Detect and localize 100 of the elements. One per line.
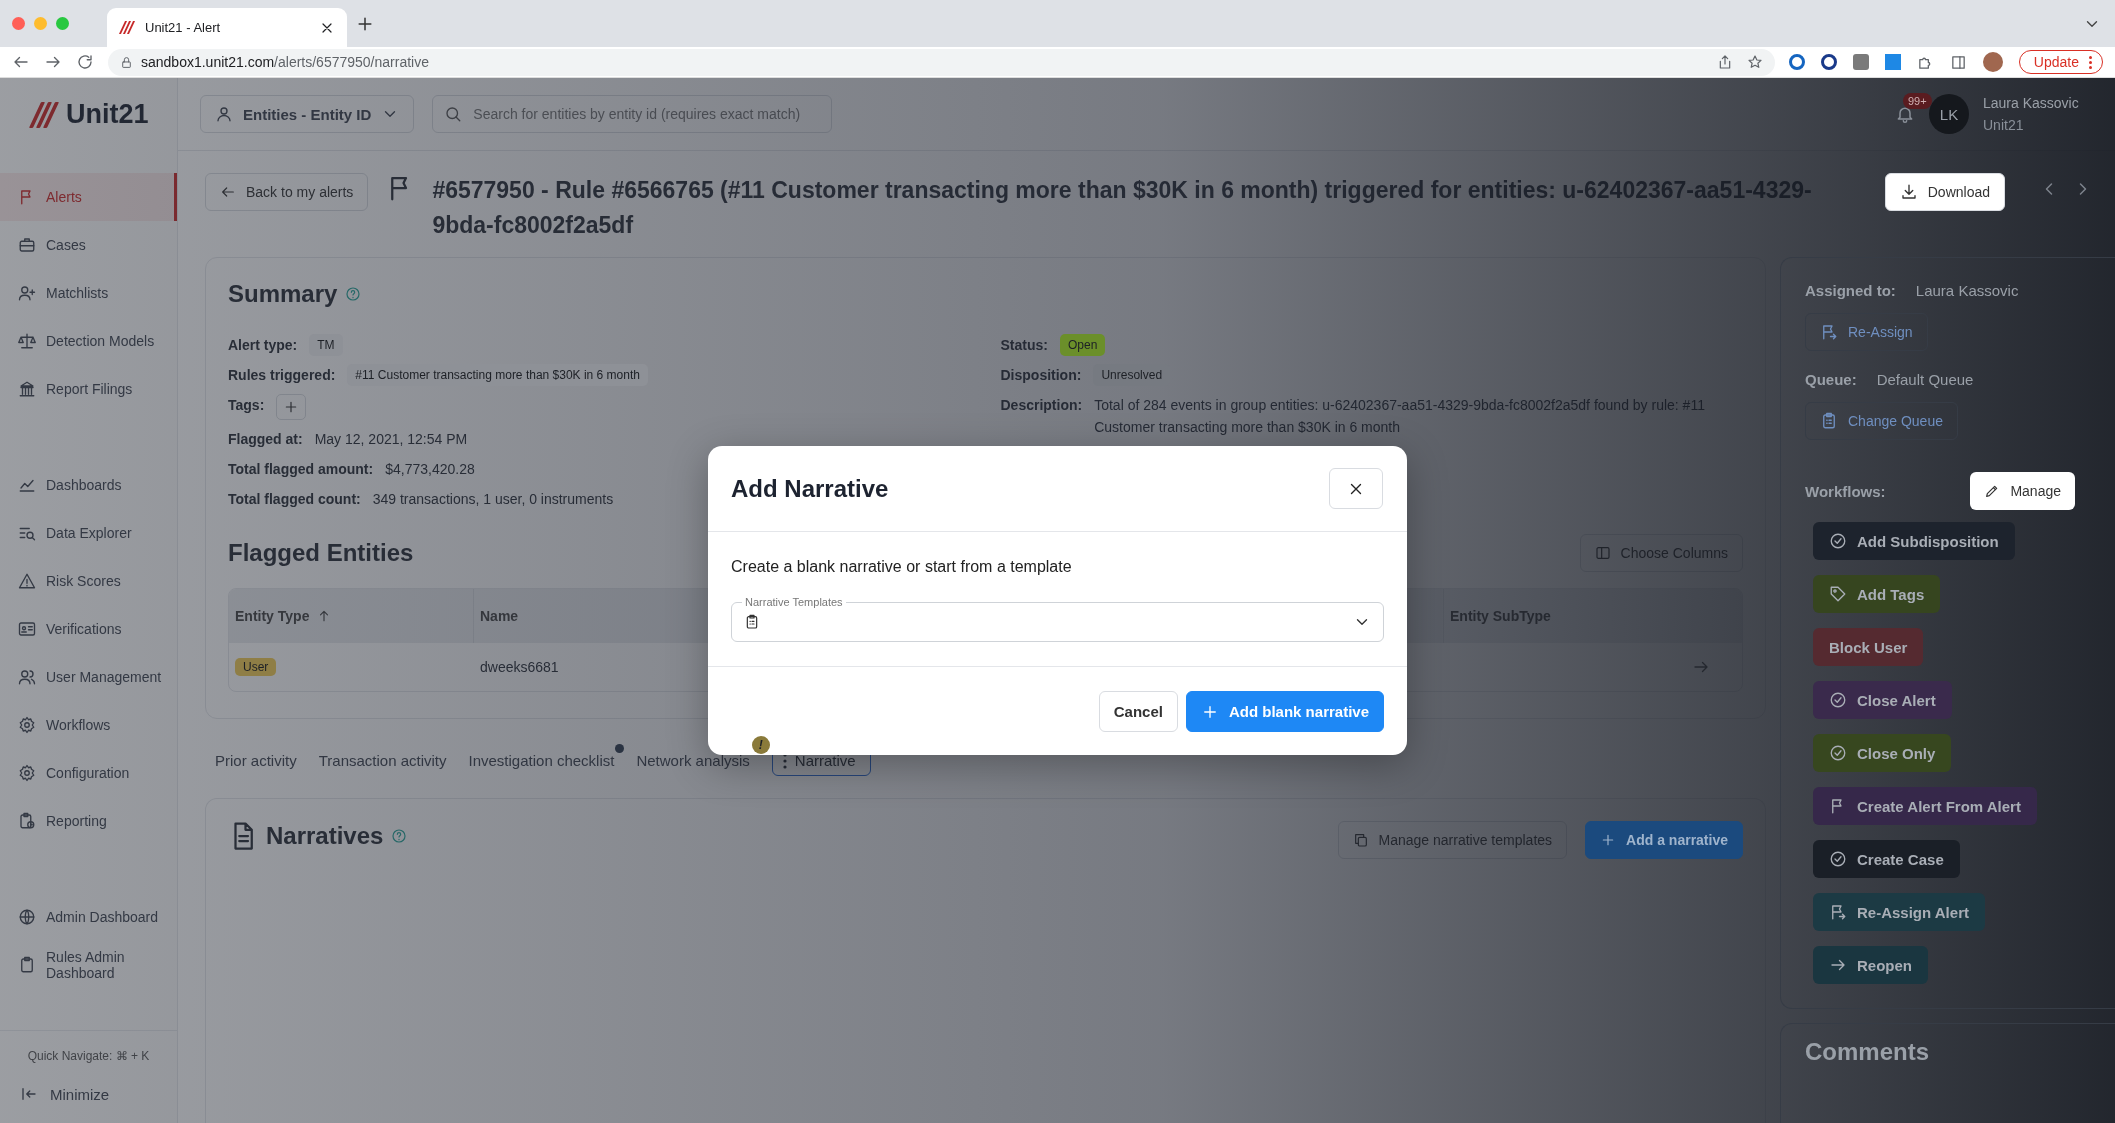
tab[interactable]: Network analysis bbox=[636, 746, 750, 775]
update-button[interactable]: Update bbox=[2018, 50, 2103, 74]
workflow-button[interactable]: Close Only bbox=[1813, 734, 1952, 772]
extension-square-icon[interactable] bbox=[1852, 54, 1869, 70]
tab[interactable]: Transaction activity bbox=[318, 746, 447, 775]
tab[interactable]: Prior activity bbox=[215, 746, 297, 775]
more-icon bbox=[2089, 55, 2092, 69]
sidebar-item[interactable]: Risk Scores bbox=[0, 557, 177, 605]
user-icon bbox=[215, 105, 233, 123]
extension-icon[interactable] bbox=[1788, 54, 1805, 70]
clipboard-clock-icon bbox=[18, 812, 36, 830]
table-cell-text: dweeks6681 bbox=[479, 659, 560, 675]
sidebar-item[interactable]: User Management bbox=[0, 653, 177, 701]
profile-avatar[interactable] bbox=[1982, 52, 2003, 72]
sidebar-item[interactable]: Configuration bbox=[0, 749, 177, 797]
add-blank-narrative-button[interactable]: Add blank narrative bbox=[1185, 691, 1384, 732]
field-label: Queue: bbox=[1805, 371, 1857, 388]
sidebar-item[interactable]: Detection Models bbox=[0, 317, 177, 365]
sidebar-item[interactable]: Matchlists bbox=[0, 269, 177, 317]
lock-icon bbox=[120, 55, 133, 69]
back-button[interactable]: Back to my alerts bbox=[205, 173, 369, 211]
sidebar-item[interactable]: Verifications bbox=[0, 605, 177, 653]
field-label: Total flagged count: bbox=[228, 490, 361, 509]
field-value: May 12, 2021, 12:54 PM bbox=[314, 430, 468, 449]
sidebar-item[interactable]: Dashboards bbox=[0, 461, 177, 509]
workflow-button[interactable]: Block User bbox=[1813, 628, 1924, 666]
clipboard-icon bbox=[18, 956, 36, 974]
workflow-button[interactable]: Add Subdisposition bbox=[1813, 522, 2015, 560]
logo-text: Unit21 bbox=[66, 99, 149, 130]
field-label: Rules triggered: bbox=[228, 366, 336, 385]
close-button[interactable] bbox=[1329, 468, 1383, 509]
tag-icon bbox=[1829, 585, 1847, 603]
sidebar-item[interactable]: Rules Admin Dashboard bbox=[0, 941, 177, 989]
workflow-button[interactable]: Create Alert From Alert bbox=[1813, 787, 2037, 825]
briefcase-icon bbox=[18, 236, 36, 254]
check-circle-icon bbox=[1829, 691, 1847, 709]
tab[interactable]: Investigation checklist bbox=[468, 746, 615, 775]
column-header[interactable]: Entity Type bbox=[235, 608, 310, 624]
add-tag-button[interactable] bbox=[276, 394, 307, 420]
dialog-title: Add Narrative bbox=[731, 474, 889, 503]
id-card-icon bbox=[18, 620, 36, 638]
add-narrative-button[interactable]: Add a narrative bbox=[1585, 821, 1743, 859]
sidebar-item[interactable]: Alerts bbox=[0, 173, 177, 221]
sidebar-item[interactable]: Report Filings bbox=[0, 365, 177, 413]
side-panel-icon[interactable] bbox=[1949, 53, 1967, 71]
sidebar-item[interactable]: Cases bbox=[0, 221, 177, 269]
reassign-button[interactable]: Re-Assign bbox=[1805, 313, 1928, 351]
ring-icon[interactable] bbox=[1820, 54, 1837, 70]
workflow-button[interactable]: Create Case bbox=[1813, 840, 1960, 878]
flag-arrow-icon bbox=[1829, 903, 1847, 921]
user-name: Laura Kassovic bbox=[1983, 95, 2080, 111]
logo-icon bbox=[28, 101, 60, 128]
section-title: Narratives bbox=[266, 822, 384, 850]
workflow-button[interactable]: Close Alert bbox=[1813, 681, 1952, 719]
cancel-button[interactable]: Cancel bbox=[1098, 691, 1178, 732]
column-header[interactable]: Name bbox=[480, 608, 519, 624]
dialog-message: Create a blank narrative or start from a template bbox=[731, 558, 1073, 576]
workflow-button[interactable]: Re-Assign Alert bbox=[1813, 893, 1985, 931]
field-label: Tags: bbox=[228, 396, 265, 415]
field-label: Total flagged amount: bbox=[228, 460, 374, 479]
sidebar-item[interactable]: Data Explorer bbox=[0, 509, 177, 557]
user-plus-icon bbox=[18, 284, 36, 302]
scale-icon bbox=[18, 332, 36, 350]
field-value: Default Queue bbox=[1876, 371, 1974, 388]
address-bar[interactable]: sandbox1.unit21.com/alerts/6577950/narrative bbox=[108, 48, 1775, 76]
help-icon[interactable] bbox=[345, 286, 362, 302]
reload-icon[interactable] bbox=[76, 53, 94, 71]
change-queue-button[interactable]: Change Queue bbox=[1805, 402, 1958, 440]
arrow-left-icon bbox=[220, 184, 236, 200]
close-window-button[interactable] bbox=[12, 17, 25, 30]
browser-tab[interactable]: Unit21 - Alert bbox=[107, 8, 347, 47]
columns-icon bbox=[1594, 545, 1611, 561]
sidebar-item[interactable]: Reporting bbox=[0, 797, 177, 845]
globe-icon bbox=[18, 908, 36, 926]
star-icon[interactable] bbox=[1746, 54, 1763, 70]
field-label: Status: bbox=[1000, 336, 1048, 355]
entity-type-select[interactable]: Entities - Entity ID bbox=[200, 95, 415, 133]
field-label: Disposition: bbox=[1000, 366, 1082, 385]
manage-templates-button[interactable]: Manage narrative templates bbox=[1337, 821, 1568, 859]
minimize-button[interactable]: Minimize bbox=[0, 1073, 177, 1123]
download-extension-icon[interactable] bbox=[1884, 54, 1901, 70]
logo-icon bbox=[119, 21, 135, 34]
notification-badge: 99+ bbox=[1903, 93, 1932, 109]
bank-icon bbox=[18, 380, 36, 398]
search-field[interactable]: Search for entities by entity id (requires exact match) bbox=[432, 95, 833, 133]
entity-type-tag: User bbox=[235, 658, 277, 676]
clipboard-list-icon bbox=[744, 614, 760, 630]
field-value: $4,773,420.28 bbox=[385, 460, 475, 479]
help-icon[interactable] bbox=[391, 828, 408, 844]
section-title: Flagged Entities bbox=[228, 539, 414, 567]
user-avatar[interactable]: LK bbox=[1929, 94, 1969, 134]
workflow-button[interactable]: Add Tags bbox=[1813, 575, 1941, 613]
sidebar-item[interactable]: Admin Dashboard bbox=[0, 893, 177, 941]
workflow-button[interactable]: Reopen bbox=[1813, 946, 1928, 984]
download-icon bbox=[1899, 183, 1918, 201]
manage-button[interactable]: Manage bbox=[1970, 472, 2075, 510]
sidebar-item[interactable]: Workflows bbox=[0, 701, 177, 749]
warning-icon bbox=[18, 572, 36, 590]
organization-name: Unit21 bbox=[1983, 117, 2025, 133]
download-button[interactable]: Download bbox=[1884, 173, 2005, 211]
